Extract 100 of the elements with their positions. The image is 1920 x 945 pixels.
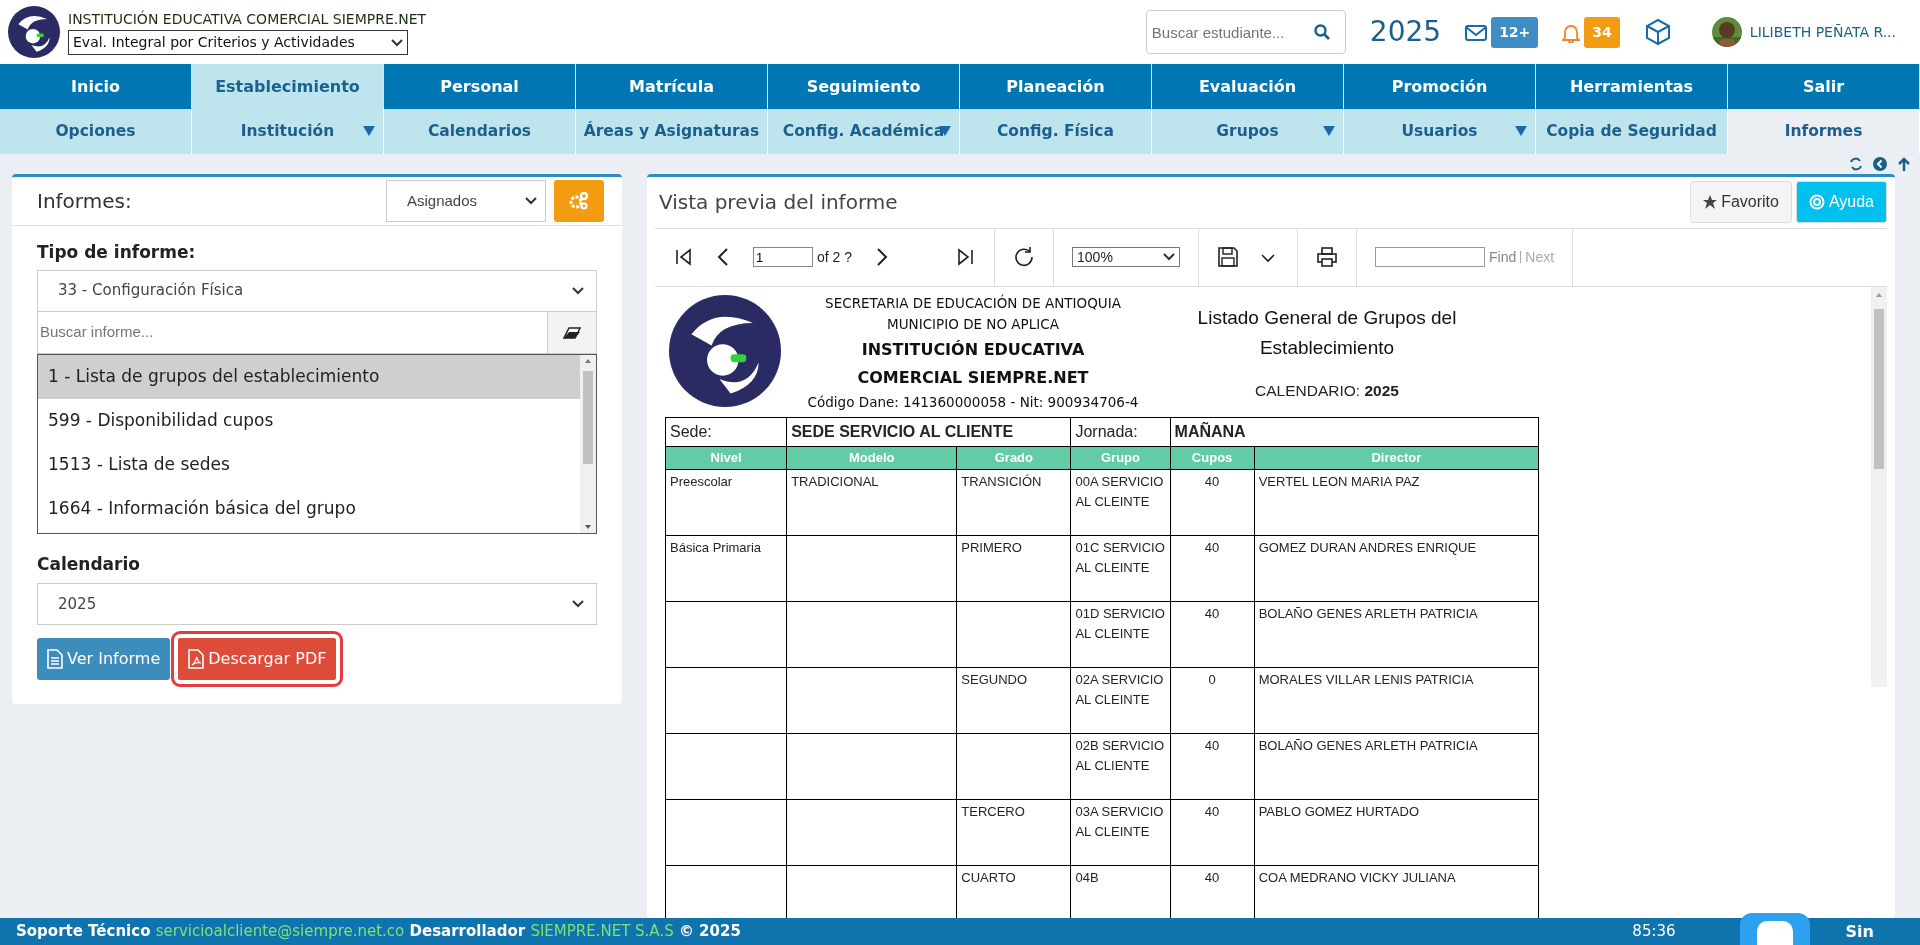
menu-tab[interactable]: Establecimiento: [192, 64, 384, 109]
chevron-down-icon: [525, 197, 537, 205]
footer-text: Soporte Técnico servicioalcliente@siempre.net.co Desarrollador SIEMPRE.NET S.A.S © 2025: [16, 921, 741, 943]
table-cell: 0: [1170, 667, 1255, 734]
report-type-select[interactable]: 33 - Configuración Física: [37, 269, 597, 312]
brand-logo: Sin: [1845, 920, 1874, 943]
table-cell: BOLAÑO GENES ARLETH PATRICIA: [1254, 733, 1539, 800]
menu-tab[interactable]: Promoción: [1344, 64, 1536, 109]
star-icon: [1703, 195, 1718, 210]
table-cell: PABLO GOMEZ HURTADO: [1254, 799, 1539, 866]
menu-tab[interactable]: Salir: [1728, 64, 1920, 109]
search-field[interactable]: Buscar estudiante...: [1145, 10, 1346, 54]
panel-title: Informes:: [37, 188, 132, 215]
menu-tab[interactable]: Planeación: [960, 64, 1152, 109]
page-field[interactable]: 1: [753, 247, 813, 268]
table-cell: Básica Primaria: [665, 535, 787, 602]
eraser-button[interactable]: [548, 311, 597, 354]
column-header: Modelo: [786, 446, 957, 470]
submenu-item[interactable]: Grupos: [1152, 109, 1344, 154]
school-name: INSTITUCIÓN EDUCATIVA COMERCIAL SIEMPRE.NET: [68, 9, 427, 29]
submenu-item[interactable]: Institución: [192, 109, 384, 154]
table-cell: 40: [1170, 535, 1255, 602]
table-cell: VERTEL LEON MARIA PAZ: [1254, 469, 1539, 536]
refresh-icon[interactable]: [1013, 246, 1036, 269]
table-cell: 40: [1170, 733, 1255, 800]
find-field[interactable]: [1375, 247, 1486, 268]
gears-icon: [568, 191, 590, 211]
menu-tab[interactable]: Evaluación: [1152, 64, 1344, 109]
submenu-item[interactable]: Áreas y Asignaturas: [576, 109, 768, 154]
logo-icon: [8, 6, 60, 58]
column-header: Director: [1254, 446, 1539, 470]
table-cell: 02A SERVICIO AL CLEINTE: [1070, 667, 1171, 734]
logo-icon: [669, 294, 781, 407]
scrollbar[interactable]: [580, 354, 596, 533]
submenu-item[interactable]: Opciones: [0, 109, 192, 154]
report-calendar: CALENDARIO: 2025: [1255, 381, 1399, 402]
field-label: Calendario: [37, 552, 141, 576]
page-count: of 2 ?: [817, 247, 853, 267]
eraser-icon: [563, 326, 581, 339]
table-cell: Sede:: [665, 417, 787, 447]
zoom-select[interactable]: 100%: [1072, 247, 1181, 268]
document-icon: [47, 649, 63, 669]
submenu-item[interactable]: Config. Física: [960, 109, 1152, 154]
menu-tab[interactable]: Seguimiento: [768, 64, 960, 109]
scrollbar[interactable]: [1871, 286, 1887, 687]
calendar-select[interactable]: 2025: [37, 583, 597, 625]
institution-name: INSTITUCIÓN EDUCATIVA COMERCIAL SIEMPRE.NET: [856, 338, 1090, 389]
table-cell: MORALES VILLAR LENIS PATRICIA: [1254, 667, 1539, 734]
report-list-item[interactable]: 1 - Lista de grupos del establecimiento: [38, 354, 580, 399]
table-cell: PRIMERO: [956, 535, 1071, 602]
menu-tab[interactable]: Herramientas: [1536, 64, 1728, 109]
report-list-item[interactable]: 599 - Disponibilidad cupos: [38, 398, 580, 443]
chevron-down-icon: [391, 38, 403, 47]
save-icon[interactable]: [1217, 246, 1240, 269]
print-icon[interactable]: [1316, 246, 1339, 269]
table-cell: SEGUNDO: [956, 667, 1071, 734]
back-icon[interactable]: [1872, 154, 1888, 174]
chevron-down-icon: [572, 286, 584, 295]
report-header-text: SECRETARIA DE EDUCACIÓN DE ANTIOQUIA: [825, 293, 1121, 313]
table-cell: TERCERO: [956, 799, 1071, 866]
report-codes: Código Dane: 141360000058 - Nit: 900934706-4: [807, 392, 1139, 412]
report-list-item[interactable]: 1664 - Información básica del grupo: [38, 486, 580, 531]
chat-widget-icon[interactable]: [1740, 913, 1810, 945]
table-cell: Jornada:: [1070, 417, 1171, 447]
table-cell: TRADICIONAL: [786, 469, 957, 536]
table-cell: SEDE SERVICIO AL CLIENTE: [786, 417, 1071, 447]
table-cell: GOMEZ DURAN ANDRES ENRIQUE: [1254, 535, 1539, 602]
lifebuoy-icon: [1808, 194, 1825, 211]
cube-icon[interactable]: [1643, 18, 1672, 46]
menu-tab[interactable]: Inicio: [0, 64, 192, 109]
report-title: Listado General de Grupos del Establecimiento: [1196, 305, 1458, 360]
table-cell: 40: [1170, 469, 1255, 536]
table-cell: 00A SERVICIO AL CLEINTE: [1070, 469, 1171, 536]
table-cell: 02B SERVICIO AL CLIENTE: [1070, 733, 1171, 800]
submenu-item[interactable]: Calendarios: [384, 109, 576, 154]
mode-select[interactable]: Eval. Integral por Criterios y Actividades: [68, 30, 408, 55]
user-name[interactable]: LILIBETH PEÑATA R...: [1749, 21, 1896, 43]
submenu-item[interactable]: Usuarios: [1344, 109, 1536, 154]
year-label: 2025: [1369, 14, 1442, 50]
table-cell: Preescolar: [665, 469, 787, 536]
report-header-text: MUNICIPIO DE NO APLICA: [887, 315, 1059, 335]
submenu-item[interactable]: Config. Académica: [768, 109, 960, 154]
view-report-button[interactable]: Ver Informe: [37, 638, 171, 680]
menu-tab[interactable]: Matrícula: [576, 64, 768, 109]
table-cell: 40: [1170, 601, 1255, 668]
notification-count: 34: [1584, 16, 1620, 48]
column-header: Nivel: [665, 446, 787, 470]
report-list-item[interactable]: 1513 - Lista de sedes: [38, 442, 580, 487]
table-cell: BOLAÑO GENES ARLETH PATRICIA: [1254, 601, 1539, 668]
table-cell: 40: [1170, 799, 1255, 866]
report-search-field[interactable]: Buscar informe...: [37, 311, 548, 354]
field-label: Tipo de informe:: [37, 241, 197, 264]
find-link[interactable]: Find: [1489, 246, 1517, 268]
table-cell: TRANSICIÓN: [956, 469, 1071, 536]
menu-tab[interactable]: Personal: [384, 64, 576, 109]
submenu-item[interactable]: Copia de Seguridad: [1536, 109, 1728, 154]
search-icon[interactable]: [1313, 24, 1330, 40]
favorite-button[interactable]: Favorito: [1690, 181, 1792, 224]
table-cell: 03A SERVICIO AL CLEINTE: [1070, 799, 1171, 866]
filter-select[interactable]: Asignados: [386, 180, 546, 222]
